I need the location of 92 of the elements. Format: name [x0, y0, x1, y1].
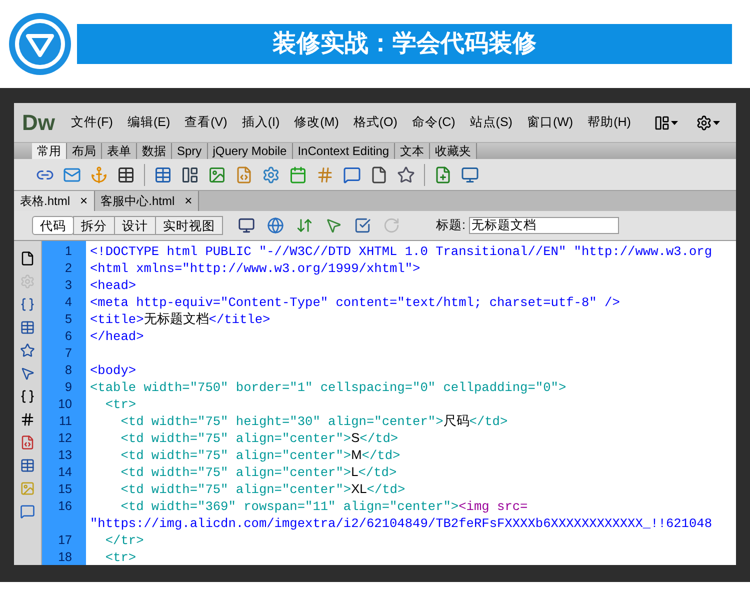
line-number: 12	[57, 430, 73, 448]
code-line: <html xmlns="http://www.w3.org/1999/xhtml">	[89, 260, 420, 278]
insert-tab[interactable]: 数据	[137, 143, 172, 159]
mail-icon[interactable]	[63, 166, 81, 184]
code-line: <td width="75" align="center">S</td>	[120, 429, 398, 448]
line-number: 9	[64, 379, 73, 396]
line-number: 1	[64, 243, 73, 260]
settings-icon[interactable]	[696, 114, 712, 130]
line-number: 14	[57, 464, 73, 482]
code-icon[interactable]	[20, 435, 35, 450]
table-icon[interactable]	[154, 166, 172, 184]
insert-tab[interactable]: 表单	[102, 143, 137, 159]
insert-tab[interactable]: Spry	[172, 143, 208, 159]
code-line: <tr>	[104, 548, 136, 565]
comment-icon[interactable]	[343, 166, 361, 184]
insert-tab[interactable]: InContext Editing	[292, 143, 396, 159]
line-number: 11	[58, 413, 73, 430]
code-line: "https://img.alicdn.com/imgextra/i2/62104849/TB2feRFsFXXXXb6XXXXXXXXXXXX_!!621048	[89, 514, 712, 533]
layout-icon[interactable]	[654, 114, 670, 130]
braces-icon[interactable]	[20, 389, 35, 404]
line-number: 3	[64, 277, 73, 294]
insert-tab[interactable]: 常用	[32, 143, 67, 159]
line-number: 17	[57, 532, 73, 550]
code-line: <meta http-equiv="Content-Type" content="text/html; charset=utf-8" />	[89, 294, 620, 312]
menu-item[interactable]: 文件(F)	[71, 113, 113, 132]
code-line: <td width="369" rowspan="11" align="center"><img src=	[120, 498, 528, 516]
line-number: 4	[64, 294, 73, 312]
hash-icon[interactable]	[20, 412, 35, 427]
code-line: <title>无标题文档</title>	[89, 310, 270, 330]
line-number: 18	[57, 549, 73, 565]
devices-icon[interactable]	[238, 217, 255, 234]
view-button[interactable]: 代码	[32, 216, 74, 235]
select-icon[interactable]	[20, 366, 35, 381]
document-icon[interactable]	[370, 166, 388, 184]
code-line: <td width="75" height="30" align="center">尺码</td>	[120, 412, 508, 432]
menu-item[interactable]: 命令(C)	[412, 113, 456, 132]
code-line: <head>	[89, 276, 136, 295]
line-number: 16	[57, 498, 73, 516]
file-tab[interactable]: 表格.html	[20, 192, 70, 210]
calendar-icon[interactable]	[289, 166, 307, 184]
table-icon[interactable]	[117, 166, 135, 184]
transfer-icon[interactable]	[296, 217, 313, 234]
file-tab[interactable]: 客服中心.html	[100, 192, 175, 210]
line-number: 13	[57, 447, 73, 464]
code-line: <tr>	[104, 396, 136, 414]
menu-item[interactable]: 站点(S)	[470, 113, 512, 132]
close-icon[interactable]: ×	[80, 191, 88, 211]
title-field[interactable]: 无标题文档	[469, 217, 620, 234]
code-line: <td width="75" align="center">XL</td>	[120, 480, 406, 500]
line-number: 15	[57, 481, 73, 498]
caret-icon[interactable]	[713, 120, 720, 124]
code-line: <table width="750" border="1" cellspacing="0" cellpadding="0">	[89, 378, 566, 397]
code-line: <td width="75" align="center">L</td>	[120, 463, 397, 482]
check-icon[interactable]	[354, 217, 371, 234]
template-icon[interactable]	[434, 166, 452, 184]
code-line: <body>	[89, 362, 136, 380]
image-icon[interactable]	[208, 166, 226, 184]
insert-tab[interactable]: jQuery Mobile	[208, 143, 293, 159]
insert-tab[interactable]: 文本	[395, 143, 430, 159]
code-line: <td width="75" align="center">M</td>	[120, 446, 400, 466]
title-label: 标题:	[436, 217, 466, 234]
menu-item[interactable]: 编辑(E)	[127, 113, 170, 132]
line-number: 8	[64, 362, 73, 380]
menu-item[interactable]: 格式(O)	[353, 113, 398, 132]
layout-icon[interactable]	[181, 166, 199, 184]
line-number: 2	[64, 260, 73, 278]
app-logo: Dw	[22, 109, 55, 137]
code-line: </head>	[89, 328, 144, 346]
banner-title: 装修实战：学会代码装修	[77, 24, 732, 64]
close-icon[interactable]: ×	[184, 191, 192, 211]
line-number: 6	[64, 328, 73, 346]
screen-icon[interactable]	[461, 166, 479, 184]
caret-icon[interactable]	[671, 120, 678, 124]
menu-item[interactable]: 插入(I)	[242, 113, 280, 132]
view-button[interactable]: 拆分	[73, 216, 115, 235]
line-number: 7	[64, 345, 73, 362]
view-button[interactable]: 设计	[114, 216, 156, 235]
menu-item[interactable]: 窗口(W)	[526, 113, 574, 132]
insert-tab[interactable]: 收藏夹	[430, 143, 478, 159]
code-line: </tr>	[104, 532, 144, 550]
view-button[interactable]: 实时视图	[155, 216, 223, 235]
code-line: <!DOCTYPE html PUBLIC "-//W3C//DTD XHTML 1.0 Transitional//EN" "http://www.w3.org	[89, 242, 712, 261]
line-number: 5	[64, 311, 73, 328]
globe-icon[interactable]	[267, 217, 284, 234]
document-icon[interactable]	[20, 251, 35, 266]
menu-item[interactable]: 修改(M)	[294, 113, 339, 132]
line-number: 10	[57, 396, 73, 414]
insert-tab[interactable]: 布局	[67, 143, 102, 159]
menu-item[interactable]: 帮助(H)	[588, 113, 631, 132]
menu-item[interactable]: 查看(V)	[184, 113, 228, 132]
comment-icon[interactable]	[20, 504, 35, 519]
gear-icon[interactable]	[262, 166, 280, 184]
